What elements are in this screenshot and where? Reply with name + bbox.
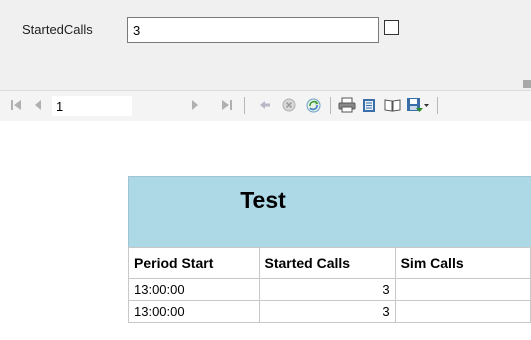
prev-page-icon[interactable]: [30, 90, 46, 120]
toolbar-separator: [437, 97, 438, 114]
toolbar-separator: [330, 97, 331, 114]
export-icon[interactable]: [404, 90, 432, 120]
first-page-icon[interactable]: [8, 90, 24, 120]
null-checkbox[interactable]: [384, 20, 399, 35]
started-calls-cell: 3: [258, 300, 396, 323]
column-header-started-calls: Started Calls: [258, 247, 396, 279]
parameter-area: StartedCalls: [0, 0, 531, 90]
period-start-cell: 13:00:00: [128, 300, 260, 323]
table-row: 13:00:00 3: [128, 278, 531, 301]
column-header-period-start: Period Start: [128, 247, 260, 279]
back-icon[interactable]: [257, 90, 273, 120]
sim-calls-cell: [394, 300, 531, 323]
sim-calls-cell: [394, 278, 531, 301]
next-page-icon[interactable]: [187, 90, 203, 120]
table-header-row: Period Start Started Calls Sim Calls: [128, 247, 531, 279]
started-calls-label: StartedCalls: [22, 22, 93, 37]
started-calls-input[interactable]: [127, 17, 379, 43]
period-start-cell: 13:00:00: [128, 278, 260, 301]
report-table: Period Start Started Calls Sim Calls 13:…: [128, 247, 531, 323]
table-row: 13:00:00 3: [128, 300, 531, 323]
scrollbar-nub[interactable]: [523, 80, 531, 88]
print-icon[interactable]: [337, 90, 357, 120]
toolbar-separator: [244, 97, 245, 114]
refresh-icon[interactable]: [304, 90, 322, 120]
print-layout-icon[interactable]: [360, 90, 378, 120]
page-number-input[interactable]: [52, 96, 132, 116]
page-setup-icon[interactable]: [382, 90, 402, 120]
stop-icon[interactable]: [280, 90, 298, 120]
last-page-icon[interactable]: [219, 90, 235, 120]
report-title: Test: [240, 187, 286, 213]
started-calls-cell: 3: [258, 278, 396, 301]
column-header-sim-calls: Sim Calls: [394, 247, 531, 279]
